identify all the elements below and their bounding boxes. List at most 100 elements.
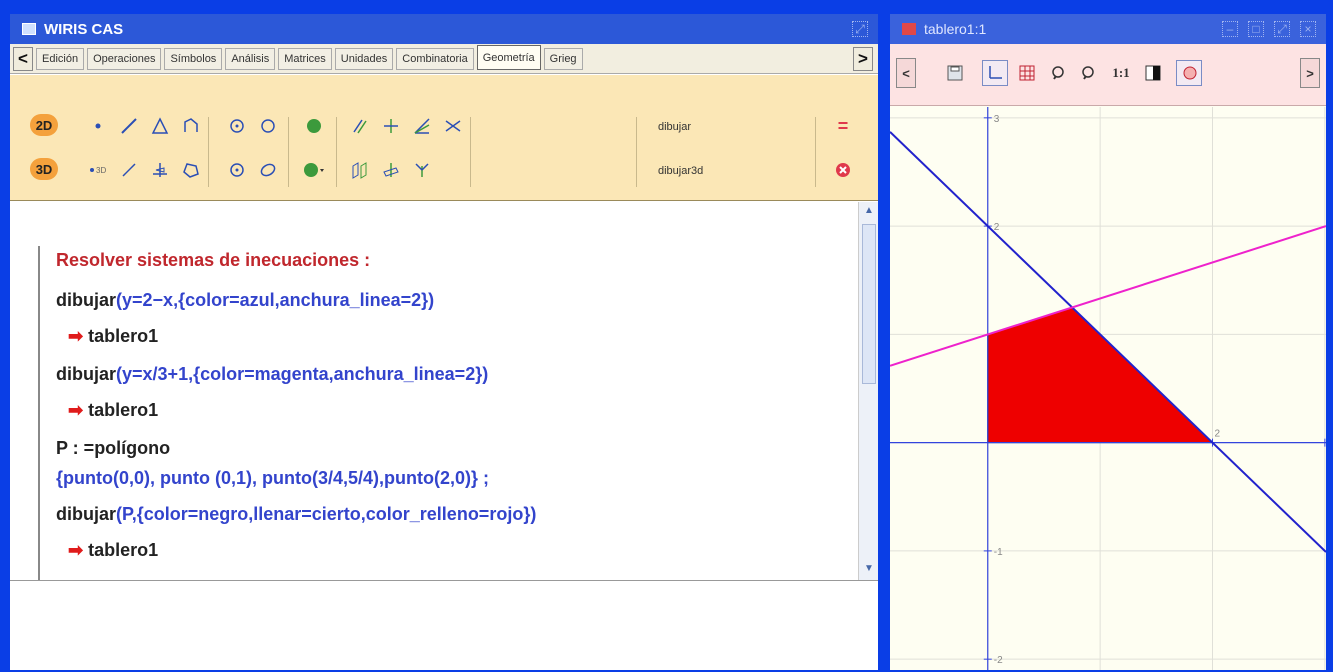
tab-simbolos[interactable]: Símbolos bbox=[164, 48, 223, 70]
dibujar-label[interactable]: dibujar bbox=[658, 121, 691, 133]
ellipse-3d-icon[interactable] bbox=[255, 157, 281, 183]
block-bracket bbox=[38, 246, 43, 584]
heading-text: Resolver sistemas de inecuaciones : bbox=[56, 250, 371, 270]
board-toolbar: < 1:1 > bbox=[890, 44, 1326, 106]
parallel-icon[interactable] bbox=[347, 113, 373, 139]
window-buttons: – □ ⤢ × bbox=[1222, 21, 1316, 37]
worksheet[interactable]: Resolver sistemas de inecuaciones : dibu… bbox=[10, 202, 858, 584]
color-scheme-icon[interactable] bbox=[1140, 60, 1166, 86]
graph-board[interactable]: 2332-1-2 bbox=[890, 107, 1326, 670]
command-line-1[interactable]: dibujar(y=2−x,{color=azul,anchura_linea=… bbox=[56, 290, 434, 311]
title-bar: WIRIS CAS ⤢ bbox=[10, 14, 878, 44]
tab-edicion[interactable]: Edición bbox=[36, 48, 85, 70]
toolbar-divider bbox=[470, 117, 471, 187]
animation-icon[interactable] bbox=[1176, 60, 1202, 86]
app-icon bbox=[22, 23, 36, 35]
tab-griego[interactable]: Grieg bbox=[543, 48, 583, 70]
bisector-icon[interactable] bbox=[409, 113, 435, 139]
circle-3pt-icon[interactable] bbox=[255, 113, 281, 139]
worksheet-empty-area[interactable] bbox=[10, 580, 878, 670]
tab-geometria[interactable]: Geometría bbox=[476, 45, 541, 70]
result-arrow-icon: ➡ bbox=[68, 400, 84, 420]
tab-operaciones[interactable]: Operaciones bbox=[87, 48, 162, 70]
tablero-window: tablero1:1 – □ ⤢ × < 1:1 > 2332-1-2 bbox=[890, 14, 1326, 670]
result-line-3: ➡ tablero1 bbox=[68, 540, 158, 561]
zoom-in-icon[interactable] bbox=[1046, 60, 1072, 86]
restore-icon[interactable]: □ bbox=[1248, 21, 1264, 37]
tab-scroll-right-icon[interactable]: > bbox=[853, 47, 873, 71]
polygon-icon[interactable] bbox=[178, 113, 204, 139]
zoom-reset-button[interactable]: 1:1 bbox=[1108, 60, 1134, 86]
toolbar-divider bbox=[336, 117, 337, 187]
intersection-icon[interactable] bbox=[440, 113, 466, 139]
command-args: (y=2−x,{color=azul,anchura_linea=2}) bbox=[116, 290, 435, 310]
sphere-menu-icon[interactable] bbox=[301, 157, 327, 183]
command-line-3[interactable]: P : =polígono bbox=[56, 438, 170, 459]
mode-2d-button[interactable]: 2D bbox=[30, 114, 58, 136]
command-line-5[interactable]: dibujar(P,{color=negro,llenar=cierto,col… bbox=[56, 504, 536, 525]
command-line-2[interactable]: dibujar(y=x/3+1,{color=magenta,anchura_l… bbox=[56, 364, 488, 385]
maximize-icon[interactable]: ⤢ bbox=[852, 21, 868, 37]
plot-svg[interactable]: 2332-1-2 bbox=[890, 107, 1326, 670]
minimize-icon[interactable]: – bbox=[1222, 21, 1238, 37]
command-line-4[interactable]: {punto(0,0), punto (0,1), punto(3/4,5/4)… bbox=[56, 468, 489, 489]
segment-icon[interactable] bbox=[116, 113, 142, 139]
tab-matrices[interactable]: Matrices bbox=[278, 48, 332, 70]
equals-icon[interactable]: = bbox=[830, 113, 856, 139]
result-text: tablero1 bbox=[88, 326, 159, 346]
toolbar-divider bbox=[288, 117, 289, 187]
scroll-up-icon[interactable]: ▲ bbox=[862, 204, 876, 218]
stop-icon[interactable] bbox=[830, 157, 856, 183]
toolbar-divider bbox=[815, 117, 816, 187]
circle-3d-icon[interactable] bbox=[224, 157, 250, 183]
toolbar-divider bbox=[208, 117, 209, 187]
window-title: tablero1:1 bbox=[924, 21, 987, 37]
zoom-out-icon[interactable] bbox=[1076, 60, 1102, 86]
toolbar-scroll-right-icon[interactable]: > bbox=[1300, 58, 1320, 88]
tab-combinatoria[interactable]: Combinatoria bbox=[396, 48, 474, 70]
result-text: tablero1 bbox=[88, 400, 159, 420]
segment-3d-icon[interactable] bbox=[116, 157, 142, 183]
tab-scroll-left-icon[interactable]: < bbox=[13, 47, 33, 71]
app-root: WIRIS CAS ⤢ < Edición Operaciones Símbol… bbox=[0, 0, 1333, 672]
result-text: tablero1 bbox=[88, 540, 159, 560]
plane-3d-icon[interactable] bbox=[147, 157, 173, 183]
perpendicular-plane-icon[interactable] bbox=[378, 157, 404, 183]
close-icon[interactable]: × bbox=[1300, 21, 1316, 37]
tabs-list: Edición Operaciones Símbolos Análisis Ma… bbox=[36, 45, 586, 70]
point-icon[interactable] bbox=[85, 113, 111, 139]
toolbar-divider bbox=[636, 117, 637, 187]
point-3d-icon[interactable]: 3D bbox=[85, 157, 111, 183]
toolbar-scroll-left-icon[interactable]: < bbox=[896, 58, 916, 88]
result-arrow-icon: ➡ bbox=[68, 540, 84, 560]
triangle-icon[interactable] bbox=[147, 113, 173, 139]
tab-analisis[interactable]: Análisis bbox=[225, 48, 276, 70]
grid-toggle-icon[interactable] bbox=[1014, 60, 1040, 86]
save-icon[interactable] bbox=[942, 60, 968, 86]
dibujar3d-label[interactable]: dibujar3d bbox=[658, 165, 703, 177]
bisector-plane-icon[interactable] bbox=[409, 157, 435, 183]
vertical-scrollbar[interactable]: ▲ ▼ bbox=[858, 202, 878, 580]
y-tick-label: 3 bbox=[994, 114, 1000, 125]
perpendicular-icon[interactable] bbox=[378, 113, 404, 139]
board-icon bbox=[902, 23, 916, 35]
command-fn: dibujar bbox=[56, 504, 117, 524]
window-buttons: ⤢ bbox=[852, 21, 868, 37]
tab-unidades[interactable]: Unidades bbox=[334, 48, 394, 70]
svg-text:3D: 3D bbox=[96, 166, 106, 175]
scroll-down-icon[interactable]: ▼ bbox=[862, 562, 876, 576]
result-line-1: ➡ tablero1 bbox=[68, 326, 158, 347]
circle-icon[interactable] bbox=[224, 113, 250, 139]
parallel-plane-icon[interactable] bbox=[347, 157, 373, 183]
result-line-2: ➡ tablero1 bbox=[68, 400, 158, 421]
window-title: WIRIS CAS bbox=[44, 20, 124, 38]
command-args: (y=x/3+1,{color=magenta,anchura_linea=2}… bbox=[116, 364, 489, 384]
axes-toggle-icon[interactable] bbox=[982, 60, 1008, 86]
maximize-icon[interactable]: ⤢ bbox=[1274, 21, 1290, 37]
title-bar: tablero1:1 – □ ⤢ × bbox=[890, 14, 1326, 44]
polygon-3d-icon[interactable] bbox=[178, 157, 204, 183]
sphere-icon[interactable] bbox=[301, 113, 327, 139]
scrollbar-thumb[interactable] bbox=[862, 224, 876, 384]
x-tick-label: 2 bbox=[1215, 429, 1221, 440]
mode-3d-button[interactable]: 3D bbox=[30, 158, 58, 180]
